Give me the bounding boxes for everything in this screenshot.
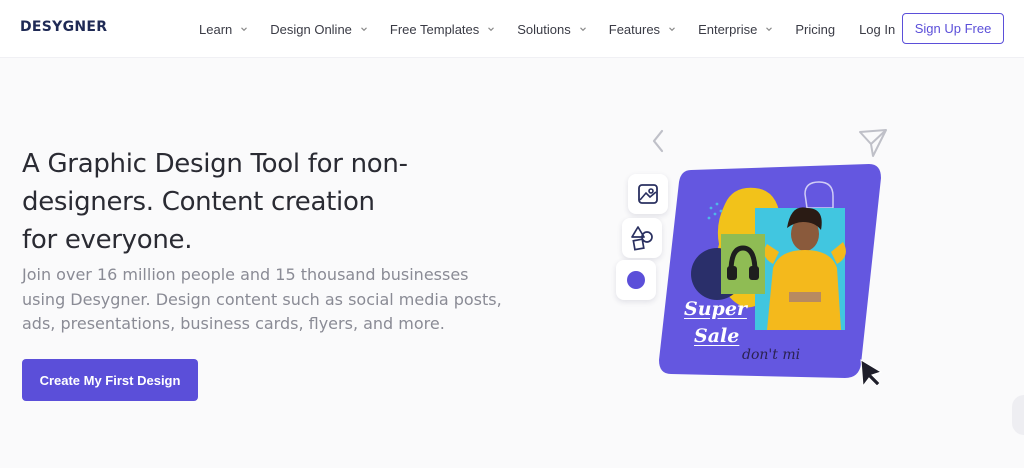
nav-item-label: Enterprise [698, 21, 758, 37]
nav-item-enterprise[interactable]: Enterprise [698, 22, 773, 37]
shapes-icon [631, 226, 653, 251]
create-first-design-button[interactable]: Create My First Design [22, 359, 198, 401]
chevron-left-icon [652, 129, 664, 153]
card-text-dont: don't mi [742, 347, 801, 363]
chevron-down-icon [360, 25, 368, 33]
hero-title-line: designers. Content creation [22, 187, 375, 217]
chevron-down-icon [487, 25, 495, 33]
top-navbar: DESYGNER Learn Design Online Free Templa… [0, 0, 1024, 58]
nav-item-solutions[interactable]: Solutions [517, 22, 586, 37]
main-nav: Learn Design Online Free Templates Solut… [199, 0, 919, 58]
hero-illustration: Super Sale don't mi [600, 120, 900, 400]
nav-item-label: Design Online [270, 21, 352, 37]
nav-item-pricing[interactable]: Pricing [795, 22, 835, 37]
nav-item-design-online[interactable]: Design Online [270, 22, 368, 37]
hero-title-line: for everyone. [22, 225, 193, 255]
nav-item-learn[interactable]: Learn [199, 22, 248, 37]
chevron-down-icon [668, 25, 676, 33]
chevron-down-icon [240, 25, 248, 33]
scroll-edge-handle [1012, 395, 1024, 435]
nav-item-login[interactable]: Log In [859, 22, 895, 37]
color-tool-button[interactable] [616, 260, 656, 300]
sign-up-button[interactable]: Sign Up Free [902, 13, 1004, 44]
nav-item-label: Features [608, 21, 661, 37]
hero-subtitle-line: Join over 16 million people and 15 thous… [22, 265, 469, 284]
card-text-super: Super [684, 298, 747, 320]
hero-subtitle-line: using Desygner. Design content such as s… [22, 289, 502, 309]
nav-item-features[interactable]: Features [609, 22, 676, 37]
logo[interactable]: DESYGNER [20, 19, 107, 35]
chevron-down-icon [765, 25, 773, 33]
nav-item-label: Solutions [517, 21, 571, 37]
hero-subtitle-line: ads, presentations, business cards, flye… [22, 314, 445, 333]
nav-item-free-templates[interactable]: Free Templates [390, 22, 495, 37]
color-dot-icon [627, 271, 645, 289]
nav-item-label: Learn [199, 21, 233, 37]
chevron-down-icon [579, 25, 587, 33]
hero-title: A Graphic Design Tool for non- designers… [22, 145, 452, 259]
card-text-sale: Sale [694, 325, 740, 347]
nav-item-label: Free Templates [389, 21, 480, 37]
send-arrow-icon [859, 129, 887, 157]
hero-title-line: A Graphic Design Tool for non- [22, 149, 408, 179]
hero-subtitle: Join over 16 million people and 15 thous… [22, 263, 502, 337]
